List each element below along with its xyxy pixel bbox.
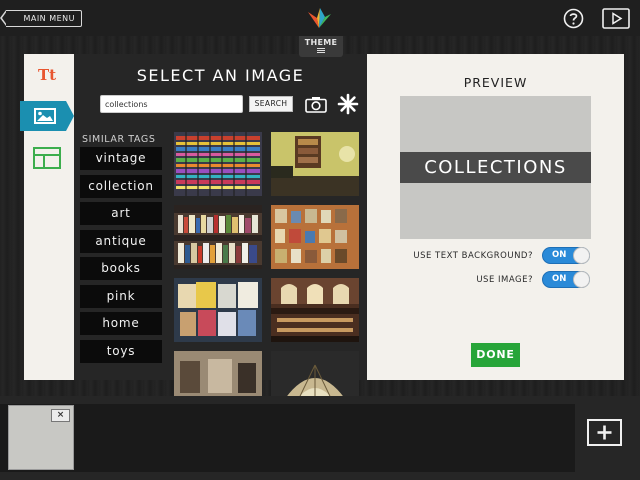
search-input[interactable] [100, 95, 243, 113]
done-button[interactable]: DONE [471, 343, 520, 367]
menu-grip-icon [317, 48, 325, 53]
logo-icon [308, 8, 331, 28]
tag-item[interactable]: home [80, 312, 162, 335]
search-button[interactable]: SEARCH [249, 96, 293, 112]
tool-strip: Tt [20, 54, 74, 380]
tag-item[interactable]: vintage [80, 147, 162, 170]
help-icon[interactable] [563, 8, 584, 29]
text-tool-icon[interactable]: Tt [38, 66, 56, 84]
preview-caption: COLLECTIONS [400, 152, 591, 183]
main-menu-button[interactable]: MAIN MENU [0, 10, 82, 27]
slide-tray [0, 396, 640, 480]
use-image-toggle[interactable]: ON [542, 271, 590, 288]
similar-tags: SIMILAR TAGS vintage collection art anti… [80, 134, 164, 367]
use-text-background-toggle[interactable]: ON [542, 247, 590, 264]
delete-slide-button[interactable]: × [51, 409, 70, 422]
similar-tags-title: SIMILAR TAGS [82, 134, 156, 145]
top-bar: MAIN MENU [0, 0, 640, 36]
select-image-title: SELECT AN IMAGE [136, 66, 305, 85]
slide-thumbnail[interactable]: × [8, 405, 74, 470]
toggle-state-label: ON [552, 274, 567, 284]
toggle-knob [573, 271, 590, 288]
add-slide-icon[interactable] [587, 419, 622, 446]
image-select-panel: SELECT AN IMAGE SEARCH SIMILAR TAGS vint… [74, 54, 367, 415]
tag-item[interactable]: toys [80, 339, 162, 363]
use-text-background-label: USE TEXT BACKGROUND? [413, 251, 533, 261]
theme-tab[interactable]: THEME [299, 36, 343, 57]
camera-icon[interactable] [305, 96, 327, 113]
layout-tool-icon[interactable] [33, 147, 61, 169]
preview-panel: PREVIEW COLLECTIONS USE TEXT BACKGROUND?… [367, 54, 624, 380]
tag-item[interactable]: collection [80, 174, 162, 198]
preview-canvas: COLLECTIONS [400, 96, 591, 239]
theme-tab-label: THEME [304, 38, 338, 47]
slide-track [0, 404, 575, 472]
preview-title: PREVIEW [463, 75, 528, 90]
tag-item[interactable]: art [80, 202, 162, 225]
use-image-label: USE IMAGE? [476, 275, 533, 285]
image-thumbnail[interactable] [174, 205, 262, 269]
asterisk-icon[interactable] [337, 93, 359, 115]
image-thumbnail[interactable] [271, 132, 359, 196]
toggle-state-label: ON [552, 250, 567, 260]
image-thumbnail[interactable] [174, 132, 262, 196]
toggle-knob [573, 247, 590, 264]
tag-item[interactable]: antique [80, 229, 162, 253]
image-thumbnail[interactable] [271, 278, 359, 342]
tag-item[interactable]: books [80, 257, 162, 280]
image-tool-icon[interactable] [20, 101, 76, 131]
tag-item[interactable]: pink [80, 284, 162, 308]
image-thumbnail[interactable] [271, 205, 359, 269]
image-thumbnail[interactable] [174, 278, 262, 342]
main-menu-label: MAIN MENU [23, 14, 75, 23]
play-icon[interactable] [602, 8, 630, 29]
